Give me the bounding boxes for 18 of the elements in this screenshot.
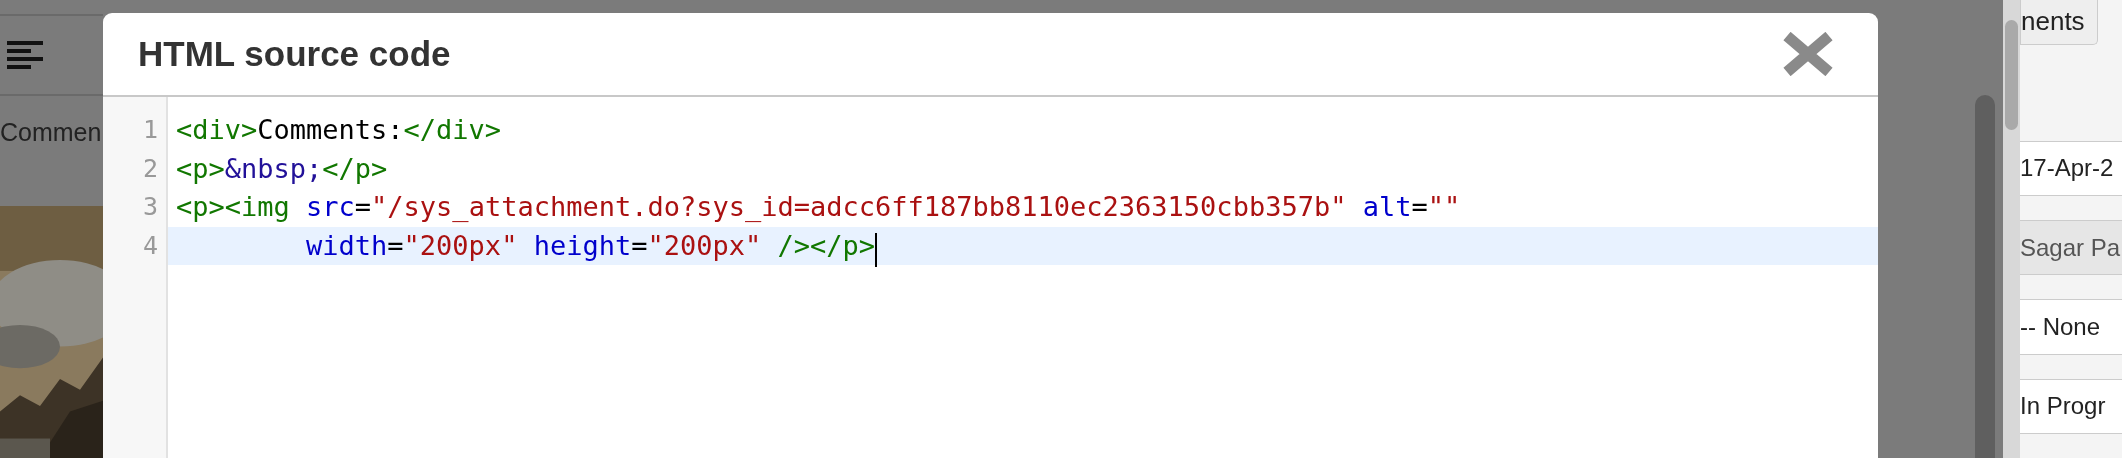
align-left-icon[interactable] <box>7 41 43 69</box>
scrollbar[interactable] <box>2003 0 2020 458</box>
input-field[interactable]: -- None <box>2020 299 2122 355</box>
line-number: 1 <box>142 115 158 144</box>
code-line: width="200px" height="200px" /></p> <box>305 228 876 263</box>
field-label: Commen <box>0 118 102 146</box>
tab-button[interactable]: nents <box>2020 0 2098 45</box>
code-line: <div>Comments:</div> <box>176 113 502 147</box>
code-line: <p><img src="/sys_attachment.do?sys_id=adcc6ff187bb8110ec2363150cbb357b" alt="" <box>176 190 1461 224</box>
dialog-title: HTML source code <box>138 33 451 75</box>
line-number: 2 <box>142 153 158 183</box>
input-field[interactable]: 17-Apr-2 <box>2020 140 2122 197</box>
close-button[interactable] <box>1783 32 1833 76</box>
line-number: 3 <box>142 192 158 221</box>
line-number: 4 <box>142 230 158 260</box>
code-line: <p>&nbsp;</p> <box>176 151 388 186</box>
input-field[interactable]: In Progr <box>2020 378 2122 435</box>
text-cursor <box>875 233 878 268</box>
